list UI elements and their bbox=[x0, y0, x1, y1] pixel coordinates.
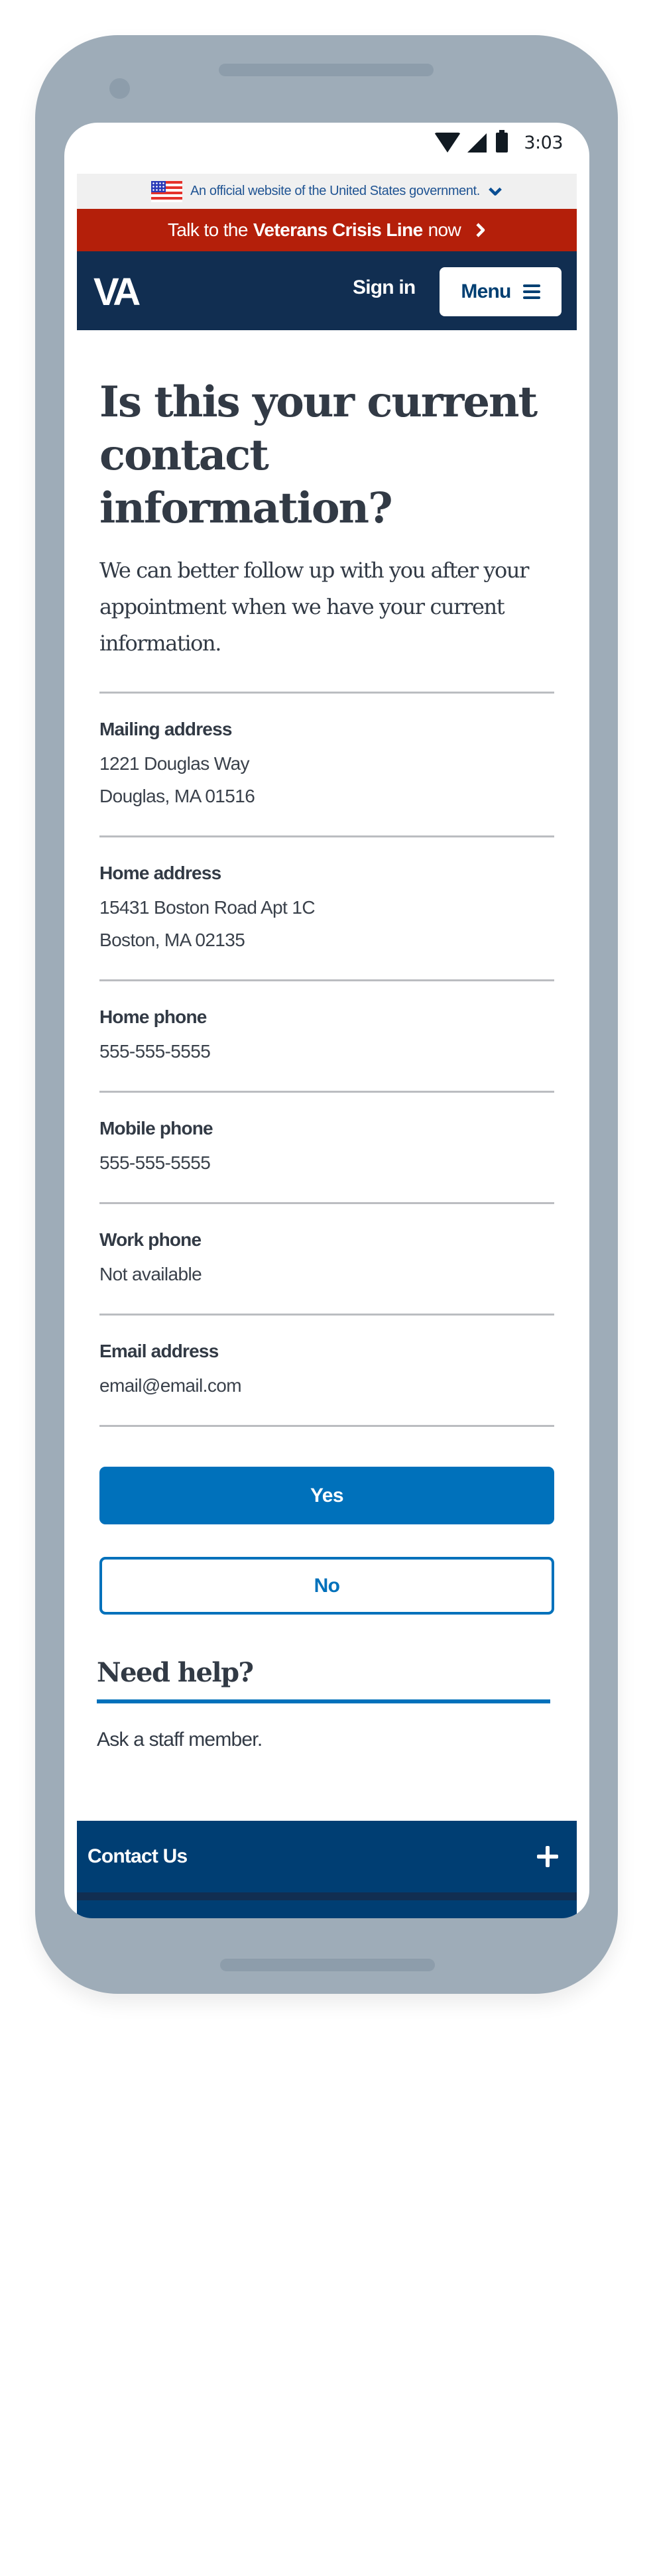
contact-value: email@email.com bbox=[99, 1375, 242, 1396]
contact-label: Work phone bbox=[99, 1229, 202, 1250]
contact-item-work-phone: Work phone Not available bbox=[99, 1204, 554, 1316]
contact-label: Mobile phone bbox=[99, 1118, 213, 1138]
contact-item-email-address: Email address email@email.com bbox=[99, 1316, 554, 1427]
contact-value: Douglas, MA 01516 bbox=[99, 786, 255, 806]
crisis-line-name: Veterans Crisis Line bbox=[253, 219, 423, 240]
contact-item-mobile-phone: Mobile phone 555-555-5555 bbox=[99, 1093, 554, 1204]
battery-icon bbox=[496, 130, 508, 153]
contact-label: Home phone bbox=[99, 1007, 207, 1027]
wifi-icon bbox=[434, 133, 461, 153]
status-bar: 3:03 bbox=[64, 123, 589, 162]
speaker-grille-top bbox=[219, 64, 434, 76]
contact-label: Mailing address bbox=[99, 719, 232, 739]
chevron-right-icon bbox=[476, 223, 485, 237]
signal-icon bbox=[467, 133, 487, 153]
need-help-underline bbox=[97, 1699, 550, 1703]
main-content: Is this your current contact information… bbox=[77, 376, 577, 1751]
no-button[interactable]: No bbox=[99, 1557, 554, 1615]
site-header: VA Sign in Menu bbox=[77, 251, 577, 330]
contact-info-list: Mailing address 1221 Douglas Way Douglas… bbox=[99, 692, 554, 1427]
contact-value: 555-555-5555 bbox=[99, 1152, 211, 1173]
need-help-heading: Need help? bbox=[97, 1657, 254, 1688]
front-camera bbox=[109, 78, 130, 99]
contact-value: Not available bbox=[99, 1264, 202, 1284]
phone-screen: 3:03 An official website of the United S… bbox=[64, 123, 589, 1918]
contact-item-home-address: Home address 15431 Boston Road Apt 1C Bo… bbox=[99, 837, 554, 981]
contact-label: Email address bbox=[99, 1341, 219, 1361]
crisis-prefix: Talk to the bbox=[167, 219, 249, 240]
contact-value: 15431 Boston Road Apt 1C bbox=[99, 897, 316, 918]
contact-us-accordion[interactable]: Contact Us bbox=[77, 1821, 577, 1892]
contact-item-home-phone: Home phone 555-555-5555 bbox=[99, 981, 554, 1093]
official-gov-banner[interactable]: An official website of the United States… bbox=[77, 174, 577, 209]
yes-button[interactable]: Yes bbox=[99, 1467, 554, 1524]
contact-value: Boston, MA 02135 bbox=[99, 930, 245, 950]
menu-button[interactable]: Menu bbox=[440, 267, 562, 316]
web-page: An official website of the United States… bbox=[77, 174, 577, 1751]
contact-value: 1221 Douglas Way bbox=[99, 753, 250, 774]
footer-divider bbox=[77, 1892, 577, 1900]
page-title: Is this your current contact information… bbox=[99, 377, 538, 533]
contact-label: Home address bbox=[99, 863, 221, 883]
contact-item-mailing-address: Mailing address 1221 Douglas Way Douglas… bbox=[99, 694, 554, 837]
status-time: 3:03 bbox=[524, 132, 563, 153]
need-help-text: Ask a staff member. bbox=[97, 1729, 263, 1750]
contact-value: 555-555-5555 bbox=[99, 1041, 211, 1062]
sign-in-link[interactable]: Sign in bbox=[353, 276, 416, 299]
menu-label: Menu bbox=[461, 280, 511, 302]
veterans-crisis-line-link[interactable]: Talk to the Veterans Crisis Line now bbox=[77, 209, 577, 251]
va-logo[interactable]: VA bbox=[93, 270, 141, 314]
hamburger-icon bbox=[522, 284, 540, 299]
contact-us-label: Contact Us bbox=[88, 1845, 188, 1867]
us-flag-icon bbox=[151, 180, 183, 202]
chevron-down-icon[interactable] bbox=[488, 184, 503, 199]
plus-icon[interactable] bbox=[537, 1846, 558, 1867]
speaker-grille-bottom bbox=[220, 1959, 435, 1971]
crisis-suffix: now bbox=[428, 219, 461, 240]
intro-text: We can better follow up with you after y… bbox=[99, 558, 529, 656]
site-footer: Contact Us bbox=[77, 1821, 577, 1918]
gov-banner-text: An official website of the United States… bbox=[190, 184, 480, 198]
